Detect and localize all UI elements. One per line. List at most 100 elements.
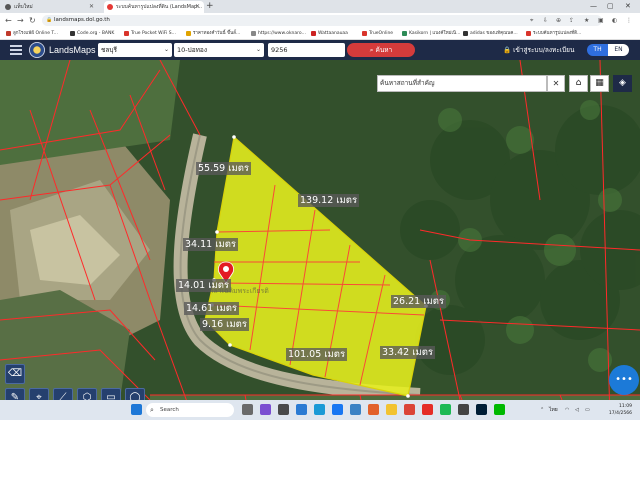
bookmark-icon: [463, 31, 468, 36]
tray-chevron-icon[interactable]: ⌃: [540, 400, 544, 420]
app-icon[interactable]: [458, 404, 469, 415]
location-icon[interactable]: ⌖: [530, 15, 533, 26]
photoshop-icon[interactable]: [476, 404, 487, 415]
measurement-label: 55.59 เมตร: [196, 162, 251, 175]
app-icon[interactable]: [350, 404, 361, 415]
bookmark-item[interactable]: Kasikorn | แบงค์ใหม่เนิ...: [402, 30, 460, 38]
province-select[interactable]: ชลบุรี ⌄: [98, 43, 172, 57]
measurement-label: 101.05 เมตร: [286, 348, 348, 361]
spotify-icon[interactable]: [440, 404, 451, 415]
reload-icon[interactable]: ↻: [29, 15, 36, 26]
hamburger-menu-icon[interactable]: [10, 45, 22, 55]
bookmark-item[interactable]: Code.org - BANK: [70, 30, 114, 38]
line-app-icon[interactable]: [494, 404, 505, 415]
address-bar-row: ← → ↻ 🔒 landsmaps.dol.go.th ⌖ ⇩ ⊕ ⇪ ★ ▣ …: [0, 13, 640, 28]
chevron-down-icon: ⌄: [163, 46, 169, 53]
bookmark-icon: [186, 31, 191, 36]
facebook-icon[interactable]: [332, 404, 343, 415]
lang-en-button[interactable]: EN: [608, 44, 629, 56]
file-explorer-icon[interactable]: [386, 404, 397, 415]
edge-icon[interactable]: [314, 404, 325, 415]
forward-icon[interactable]: →: [17, 15, 24, 26]
minimize-icon[interactable]: —: [590, 0, 597, 13]
globe-icon: [5, 4, 11, 10]
close-icon[interactable]: ✕: [89, 1, 94, 13]
map-area[interactable]: ศาลาเฉลิมพระเกียรติ 55.59 เมตร 139.12 เม…: [0, 60, 640, 420]
measurement-label: 34.11 เมตร: [183, 238, 238, 251]
bookmark-icon: [402, 31, 407, 36]
task-view-icon[interactable]: [242, 404, 253, 415]
lock-icon: 🔒: [46, 17, 53, 23]
bookmark-item[interactable]: Wattaanauaa: [311, 30, 348, 38]
wifi-icon[interactable]: ◠: [565, 400, 569, 420]
language-indicator[interactable]: ไทย: [549, 400, 558, 420]
search-button[interactable]: ⌕ ค้นหา: [347, 43, 415, 57]
measurement-label: 33.42 เมตร: [380, 346, 435, 359]
bookmark-icon: [6, 31, 11, 36]
windows-start-icon[interactable]: [131, 404, 142, 415]
bookmark-item[interactable]: https://www.oknaro...: [251, 30, 306, 38]
browser-tab-landsmaps[interactable]: ระบบค้นหารูปแปลงที่ดิน (LandsMap... ✕: [104, 1, 204, 13]
layers-icon[interactable]: ◈: [613, 75, 632, 92]
home-icon[interactable]: ⌂: [569, 75, 588, 92]
parcel-number-input[interactable]: 9256: [268, 43, 345, 57]
share-icon[interactable]: ⇪: [569, 15, 574, 26]
dol-logo: [29, 42, 45, 58]
lang-th-button[interactable]: TH: [587, 44, 608, 56]
clear-search-icon[interactable]: ✕: [547, 75, 565, 92]
bookmark-item[interactable]: TrueOnline: [362, 30, 393, 38]
login-link[interactable]: 🔒 เข้าสู่ระบบ/ลงทะเบียน: [503, 40, 574, 60]
eraser-icon[interactable]: ⌫: [5, 364, 25, 384]
close-icon[interactable]: ✕: [195, 1, 200, 13]
taskbar-search[interactable]: ⌕ Search: [146, 403, 234, 417]
star-icon[interactable]: ★: [584, 15, 589, 26]
bookmark-icon: [251, 31, 256, 36]
search-icon: ⌕: [150, 406, 154, 414]
measurement-label: 14.61 เมตร: [184, 302, 239, 315]
grid-icon[interactable]: ▦: [590, 75, 609, 92]
url-input[interactable]: 🔒 landsmaps.dol.go.th: [42, 15, 602, 26]
bookmark-item[interactable]: adidas ของแท้คุณนค...: [463, 30, 518, 38]
chat-fab-button[interactable]: •••: [609, 365, 639, 395]
youtube-icon[interactable]: [422, 404, 433, 415]
chevron-down-icon: ⌄: [255, 46, 261, 53]
download-icon[interactable]: ⇩: [543, 15, 548, 26]
bookmarks-bar: ลูกโรงแพ้ฝ์ Online T... Code.org - BANK …: [0, 28, 640, 40]
profile-icon[interactable]: ◐: [612, 15, 617, 26]
maximize-icon[interactable]: ▢: [607, 0, 614, 13]
volume-icon[interactable]: ◁: [575, 400, 579, 420]
zoom-icon[interactable]: ⊕: [556, 15, 561, 26]
bookmark-icon: [70, 31, 75, 36]
settings-icon[interactable]: [296, 404, 307, 415]
bookmark-item[interactable]: ระบบค้นหารูปแปลงที่ดิ...: [526, 30, 581, 38]
battery-icon[interactable]: ▭: [585, 400, 590, 420]
menu-dots-icon[interactable]: ⋮: [626, 15, 632, 26]
teams-icon[interactable]: [260, 404, 271, 415]
browser-tab-new[interactable]: แท็บใหม่ ✕: [2, 1, 98, 13]
app-header: LandsMaps ชลบุรี ⌄ 10-บ่อทอง ⌄ 9256 ⌕ ค้…: [0, 40, 640, 60]
extensions-icon[interactable]: ▣: [598, 15, 604, 26]
firefox-icon[interactable]: [368, 404, 379, 415]
windows-taskbar: ⌕ Search ⌃ ไทย ◠ ◁ ▭ 11:09 17/4/2566: [0, 400, 640, 420]
measurement-label: 14.01 เมตร: [176, 279, 231, 292]
new-tab-button[interactable]: +: [206, 0, 214, 13]
chrome-icon[interactable]: [404, 404, 415, 415]
district-select[interactable]: 10-บ่อทอง ⌄: [174, 43, 264, 57]
satellite-map[interactable]: [0, 60, 640, 420]
bookmark-item[interactable]: ราคาทองคำวันนี้ ขึ้นลั้...: [186, 30, 240, 38]
bookmark-icon: [526, 31, 531, 36]
camera-icon[interactable]: [278, 404, 289, 415]
clock[interactable]: 11:09 17/4/2566: [598, 403, 632, 417]
bookmark-item[interactable]: True Pocket WiFi S...: [124, 30, 176, 38]
bookmark-icon: [311, 31, 316, 36]
back-icon[interactable]: ←: [5, 15, 12, 26]
place-search-input[interactable]: ค้นหาสถานที่สำคัญ: [377, 75, 547, 92]
lock-icon: 🔒: [503, 46, 512, 54]
search-icon: ⌕: [369, 46, 374, 54]
bookmark-icon: [362, 31, 367, 36]
bookmark-icon: [124, 31, 129, 36]
map-pin-icon: [107, 4, 113, 10]
bookmark-item[interactable]: ลูกโรงแพ้ฝ์ Online T...: [6, 30, 58, 38]
browser-tab-bar: แท็บใหม่ ✕ ระบบค้นหารูปแปลงที่ดิน (Lands…: [0, 0, 640, 13]
close-window-icon[interactable]: ✕: [625, 0, 631, 13]
